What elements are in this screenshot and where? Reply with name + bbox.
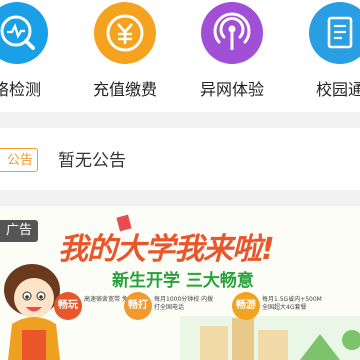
service-campus[interactable]: 校园通 bbox=[285, 0, 360, 112]
ad-banner[interactable]: 广告 我的大学我来啦! 新生开学 三大畅意 畅玩 高速宿舍宽带 免费送 畅打 每… bbox=[0, 206, 360, 360]
service-recharge[interactable]: 充值缴费 bbox=[70, 0, 180, 112]
service-label: 络检测 bbox=[0, 80, 41, 99]
offer-badge: 畅玩 bbox=[54, 292, 82, 320]
service-grid: 络检测 充值缴费 异网体验 校园通 bbox=[0, 0, 360, 112]
ad-tag: 广告 bbox=[0, 220, 38, 242]
offer-badge: 畅打 bbox=[124, 292, 152, 320]
network-check-icon bbox=[0, 2, 48, 64]
offer-desc: 每月1000分钟校 内拨打全国电话 bbox=[154, 296, 214, 311]
document-icon bbox=[309, 2, 360, 64]
notice-bar[interactable]: 公告 暂无公告 bbox=[0, 128, 360, 190]
notice-text: 暂无公告 bbox=[58, 151, 126, 171]
service-network-check[interactable]: 络检测 bbox=[0, 0, 72, 112]
service-other-network[interactable]: 异网体验 bbox=[177, 0, 287, 112]
signal-tower-icon bbox=[201, 2, 263, 64]
yuan-recharge-icon bbox=[94, 2, 156, 64]
notice-tag: 公告 bbox=[0, 148, 38, 172]
service-label: 异网体验 bbox=[199, 80, 264, 99]
offer-desc: 每月1.5G省内+500M 全国超大4G套餐 bbox=[262, 296, 322, 311]
service-label: 校园通 bbox=[315, 80, 360, 99]
banner-title: 我的大学我来啦! bbox=[58, 232, 275, 267]
banner-subtitle: 新生开学 三大畅意 bbox=[112, 271, 254, 291]
service-label: 充值缴费 bbox=[92, 80, 157, 99]
offer-badge: 畅游 bbox=[232, 292, 260, 320]
